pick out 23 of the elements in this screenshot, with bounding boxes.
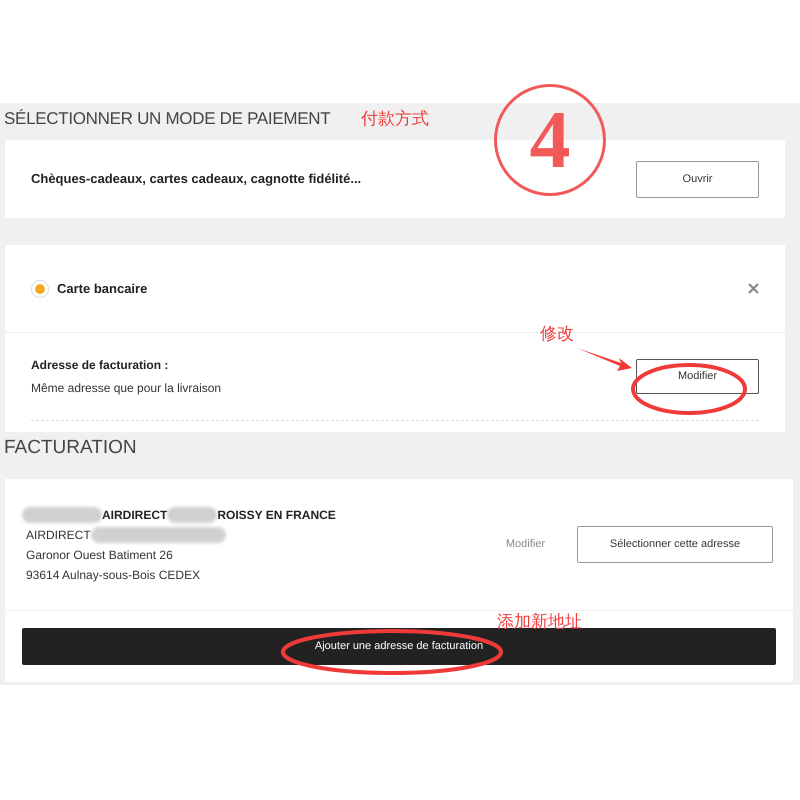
address-text: AIRDIRECT [102,506,168,524]
annotation-arrow [577,346,633,372]
close-icon[interactable] [748,283,759,294]
address-text: AIRDIRECT [26,526,91,544]
annotation-label: 付款方式 [361,110,429,127]
address-text: ROISSY EN FRANCE [217,506,336,524]
billing-address-label: Adresse de facturation : [31,357,170,374]
gift-options-label: Chèques-cadeaux, cartes cadeaux, cagnotte fidélité... [31,170,362,188]
annotation-label: 添加新地址 [497,613,582,630]
redaction-blur [167,506,218,522]
add-address-button[interactable]: Ajouter une adresse de facturation [22,628,776,665]
payment-method-label: Carte bancaire [57,280,148,298]
radio-button[interactable] [31,280,49,298]
address-text: Garonor Ouest Batiment 26 [26,546,173,564]
section-heading: FACTURATION [4,436,137,460]
address-text: 93614 Aulnay-sous-Bois CEDEX [26,566,200,584]
billing-address-value: Même adresse que pour la livraison [31,380,222,397]
section-heading: SÉLECTIONNER UN MODE DE PAIEMENT [4,108,330,130]
open-button[interactable]: Ouvrir [636,160,759,198]
edit-link[interactable]: Modifier [506,536,545,553]
annotation-label: 修改 [540,325,574,342]
select-address-button[interactable]: Sélectionner cette adresse [577,526,773,563]
step-number: 4 [494,84,606,196]
